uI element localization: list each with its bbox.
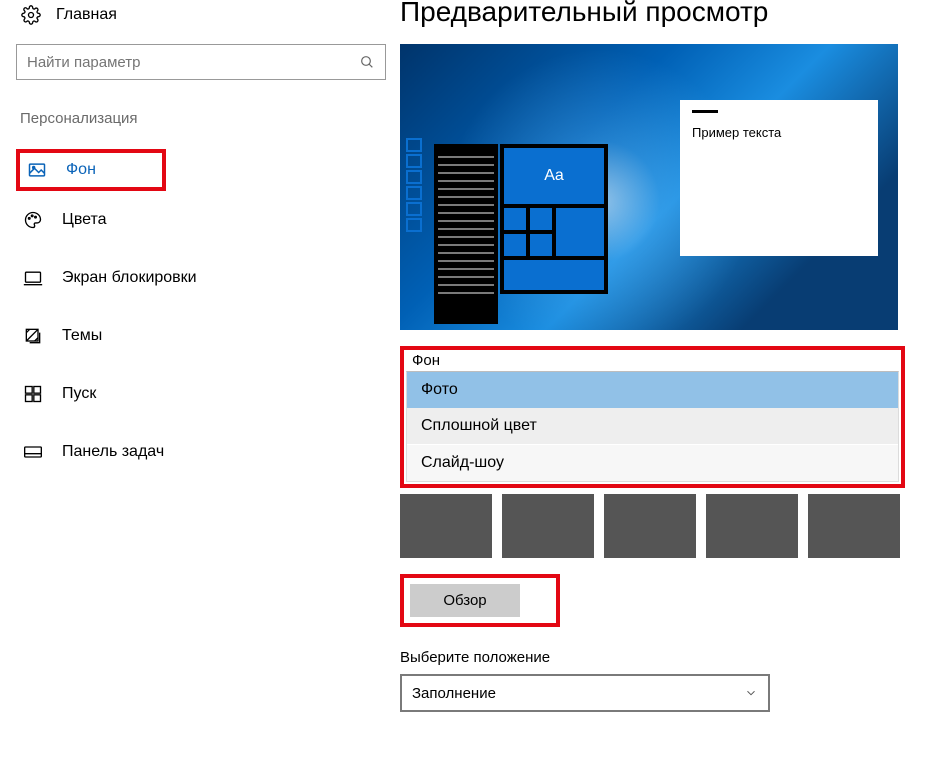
nav-themes[interactable]: Темы xyxy=(16,313,216,359)
thumb-2[interactable] xyxy=(502,494,594,558)
search-icon xyxy=(359,54,375,70)
section-title: Персонализация xyxy=(16,110,388,127)
nav-background[interactable]: Фон xyxy=(20,153,220,187)
background-dropdown-highlight: Фон Фото Сплошной цвет Слайд-шоу xyxy=(400,346,905,488)
dropdown-option-photo[interactable]: Фото xyxy=(407,372,898,408)
nav-colors-label: Цвета xyxy=(62,211,107,229)
thumb-1[interactable] xyxy=(400,494,492,558)
preview-window-text: Пример текста xyxy=(692,125,781,140)
nav-start[interactable]: Пуск xyxy=(16,371,216,417)
browse-button[interactable]: Обзор xyxy=(410,584,520,617)
gear-icon xyxy=(20,4,42,26)
palette-icon xyxy=(22,209,44,231)
dropdown-option-slideshow[interactable]: Слайд-шоу xyxy=(407,444,898,481)
start-icon xyxy=(22,383,44,405)
desktop-preview: Aa Пример текста xyxy=(400,44,898,330)
page-title: Предварительный просмотр xyxy=(400,0,932,28)
thumb-4[interactable] xyxy=(706,494,798,558)
thumb-3[interactable] xyxy=(604,494,696,558)
preview-taskbar-icons xyxy=(406,138,424,232)
nav-taskbar-label: Панель задач xyxy=(62,443,164,461)
highlight-background: Фон xyxy=(16,149,166,191)
nav-themes-label: Темы xyxy=(62,327,102,345)
wallpaper-thumbs xyxy=(400,494,932,562)
taskbar-icon xyxy=(22,441,44,463)
search-input[interactable] xyxy=(27,54,359,71)
search-input-container[interactable] xyxy=(16,44,386,80)
background-dropdown-label: Фон xyxy=(406,350,899,371)
position-label: Выберите положение xyxy=(400,649,932,666)
position-value: Заполнение xyxy=(412,685,496,702)
picture-icon xyxy=(26,159,48,181)
home-button[interactable]: Главная xyxy=(16,0,388,40)
nav-start-label: Пуск xyxy=(62,385,96,403)
nav-taskbar[interactable]: Панель задач xyxy=(16,429,216,475)
position-combobox[interactable]: Заполнение xyxy=(400,674,770,712)
preview-start-tiles: Aa xyxy=(500,144,608,294)
sidebar: Главная Персонализация Фон Цвета Экран б… xyxy=(0,0,400,774)
background-dropdown[interactable]: Фото Сплошной цвет Слайд-шоу xyxy=(406,371,899,482)
browse-highlight: Обзор xyxy=(400,574,560,627)
preview-tile-aa: Aa xyxy=(504,148,604,204)
dropdown-option-solid[interactable]: Сплошной цвет xyxy=(407,408,898,444)
lockscreen-icon xyxy=(22,267,44,289)
nav-lockscreen[interactable]: Экран блокировки xyxy=(16,255,216,301)
nav-background-label: Фон xyxy=(66,161,96,179)
main-content: Предварительный просмотр Aa Пример текст… xyxy=(400,0,952,774)
thumb-5[interactable] xyxy=(808,494,900,558)
themes-icon xyxy=(22,325,44,347)
home-label: Главная xyxy=(56,6,117,24)
nav-colors[interactable]: Цвета xyxy=(16,197,216,243)
preview-sample-window: Пример текста xyxy=(680,100,878,256)
nav-lockscreen-label: Экран блокировки xyxy=(62,269,197,287)
preview-start-list xyxy=(434,144,498,324)
chevron-down-icon xyxy=(744,686,758,700)
